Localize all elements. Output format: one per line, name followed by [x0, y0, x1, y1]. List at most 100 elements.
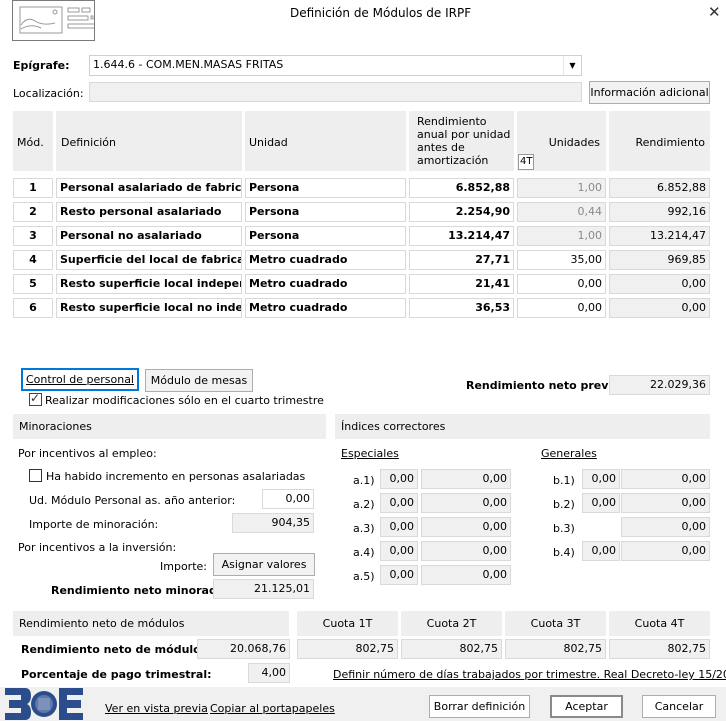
boe-logo-icon	[5, 688, 83, 720]
cell-unidad: Persona	[245, 226, 406, 246]
cell-rendimiento: 13.214,47	[609, 226, 710, 246]
especial-label: a.5)	[353, 570, 375, 583]
cancelar-button[interactable]: Cancelar	[642, 695, 716, 718]
especial-value-field: 0,00	[421, 493, 511, 513]
image-placeholder-icon	[19, 6, 100, 34]
modulo-mesas-button[interactable]: Módulo de mesas	[145, 369, 253, 392]
empleo-label: Por incentivos al empleo:	[18, 447, 157, 460]
cuota-value: 802,75	[401, 639, 502, 659]
aceptar-button[interactable]: Aceptar	[550, 695, 623, 718]
especial-index-field: 0,00	[380, 493, 418, 513]
especial-index-field: 0,00	[380, 469, 418, 489]
rendimiento-neto-previo-label: Rendimiento neto previo:	[466, 379, 625, 392]
close-icon[interactable]: ✕	[708, 3, 721, 21]
general-value-field: 0,00	[621, 493, 710, 513]
general-label: b.4)	[553, 546, 575, 559]
importe-minoracion-value: 904,35	[232, 513, 314, 533]
cell-rendimiento-anual: 27,71	[409, 250, 514, 270]
cell-unidad: Persona	[245, 178, 406, 198]
rendimiento-minorado-label: Rendimiento neto minorado:	[51, 584, 229, 597]
rendimiento-minorado-value: 21.125,01	[213, 579, 314, 599]
ver-vista-previa-link[interactable]: Ver en vista previa	[105, 703, 208, 714]
porcentaje-value: 4,00	[248, 663, 290, 683]
generales-label: Generales	[541, 447, 597, 460]
neto-modulos-section-header: Rendimiento neto de módulos	[13, 611, 289, 636]
cell-unidades-input[interactable]: 0,00	[517, 298, 606, 318]
cell-mod: 5	[13, 274, 53, 294]
cell-definicion: Resto superficie local independient	[56, 274, 242, 294]
importe-label: Importe:	[160, 560, 207, 573]
especial-value-field: 0,00	[421, 565, 511, 585]
cuota-value: 802,75	[609, 639, 710, 659]
cuarto-trimestre-label: Realizar modificaciones sólo en el cuart…	[45, 394, 324, 407]
especial-label: a.4)	[353, 546, 375, 559]
cell-definicion: Resto superficie local no independi	[56, 298, 242, 318]
cell-unidades-input[interactable]: 0,44	[517, 202, 606, 222]
control-personal-button[interactable]: Control de personal	[21, 368, 139, 391]
localizacion-field[interactable]	[89, 82, 582, 102]
incremento-checkbox[interactable]	[29, 469, 42, 482]
epigrafe-select[interactable]: 1.644.6 - COM.MEN.MASAS FRITAS ▼	[89, 55, 582, 76]
general-label: b.3)	[553, 522, 575, 535]
cell-definicion: Personal no asalariado	[56, 226, 242, 246]
checkmark-icon: ✓	[30, 391, 41, 405]
especial-index-field: 0,00	[380, 541, 418, 561]
col-header-rendimiento: Rendimiento	[609, 111, 710, 171]
general-index-field: 0,00	[582, 541, 620, 561]
incremento-label: Ha habido incremento en personas asalari…	[46, 470, 306, 483]
cell-unidades-input[interactable]: 0,00	[517, 274, 606, 294]
col-header-mod: Mód.	[13, 111, 53, 171]
porcentaje-label: Porcentaje de pago trimestral:	[21, 668, 212, 681]
minoraciones-section-header: Minoraciones	[13, 414, 326, 439]
inversion-label: Por incentivos a la inversión:	[18, 541, 177, 554]
general-index-field: 0,00	[582, 469, 620, 489]
especial-index-field: 0,00	[380, 565, 418, 585]
cell-definicion: Personal asalariado de fabricación	[56, 178, 242, 198]
copiar-portapapeles-link[interactable]: Copiar al portapapeles	[210, 703, 335, 714]
cell-mod: 3	[13, 226, 53, 246]
general-index-field: 0,00	[582, 493, 620, 513]
borrar-definicion-button[interactable]: Borrar definición	[429, 695, 530, 718]
especial-index-field: 0,00	[380, 517, 418, 537]
ud-modulo-label: Ud. Módulo Personal as. año anterior:	[29, 494, 236, 507]
ud-modulo-input[interactable]: 0,00	[262, 489, 314, 509]
especial-label: a.2)	[353, 498, 375, 511]
rendimiento-neto-modulos-value: 20.068,76	[197, 639, 290, 659]
especial-value-field: 0,00	[421, 541, 511, 561]
indices-section-header: Índices correctores	[335, 414, 710, 439]
cell-unidades-input[interactable]: 1,00	[517, 178, 606, 198]
cell-rendimiento: 992,16	[609, 202, 710, 222]
cuota-header: Cuota 4T	[609, 611, 710, 636]
definir-dias-link[interactable]: Definir número de días trabajados por tr…	[333, 669, 726, 680]
cuarto-trimestre-checkbox[interactable]: ✓	[29, 391, 42, 406]
general-value-field: 0,00	[621, 541, 710, 561]
importe-minoracion-label: Importe de minoración:	[29, 518, 159, 531]
especial-value-field: 0,00	[421, 517, 511, 537]
col-header-definicion: Definición	[56, 111, 242, 171]
cell-rendimiento-anual: 2.254,90	[409, 202, 514, 222]
col-header-unidad: Unidad	[245, 111, 406, 171]
boe-logo	[5, 688, 83, 720]
cell-unidades-input[interactable]: 35,00	[517, 250, 606, 270]
cell-mod: 1	[13, 178, 53, 198]
especial-value-field: 0,00	[421, 469, 511, 489]
informacion-adicional-button[interactable]: Información adicional	[589, 81, 710, 104]
cell-unidad: Metro cuadrado	[245, 298, 406, 318]
cell-mod: 6	[13, 298, 53, 318]
cell-rendimiento-anual: 36,53	[409, 298, 514, 318]
cell-definicion: Superficie del local de fabricación	[56, 250, 242, 270]
cell-unidades-input[interactable]: 1,00	[517, 226, 606, 246]
general-value-field: 0,00	[621, 517, 710, 537]
app-logo-placeholder	[12, 0, 100, 41]
chevron-down-icon[interactable]: ▼	[563, 56, 581, 75]
cell-rendimiento: 0,00	[609, 274, 710, 294]
quarter-badge: 4T	[518, 154, 535, 170]
col-header-unidades: Unidades 4T	[517, 111, 606, 171]
cell-rendimiento-anual: 6.852,88	[409, 178, 514, 198]
cuota-header: Cuota 3T	[505, 611, 606, 636]
especial-label: a.1)	[353, 474, 375, 487]
general-value-field: 0,00	[621, 469, 710, 489]
asignar-valores-button[interactable]: Asignar valores	[213, 553, 315, 576]
cell-definicion: Resto personal asalariado	[56, 202, 242, 222]
epigrafe-label: Epígrafe:	[13, 59, 70, 72]
